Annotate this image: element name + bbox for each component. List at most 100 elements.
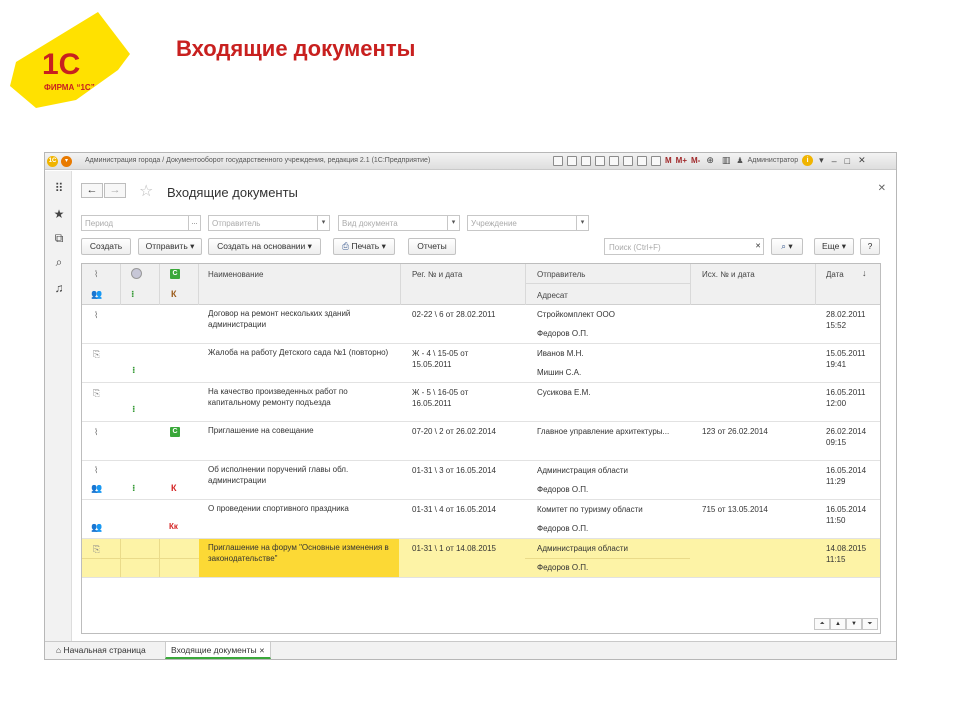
- c-column-icon[interactable]: С: [170, 269, 180, 279]
- sections-panel: ⠿ ★ ⧉ ⌕ ♫: [45, 171, 72, 641]
- home-icon: ⌂: [56, 645, 62, 655]
- info-icon[interactable]: i: [802, 155, 814, 166]
- favorite-star-icon[interactable]: ☆: [139, 181, 153, 201]
- tree-icon: ⁝: [132, 483, 136, 493]
- prev-page-icon[interactable]: ▲: [830, 618, 846, 630]
- app-logo-icon[interactable]: 1С: [47, 156, 58, 167]
- save-icon[interactable]: [553, 155, 563, 166]
- print-button[interactable]: ⎙ Печать ▾: [333, 238, 395, 255]
- slide-title: Входящие документы: [176, 36, 416, 61]
- app-window: 1С ▾ Администрация города / Документообо…: [44, 152, 897, 660]
- col-header-addressee[interactable]: Адресат: [537, 291, 568, 300]
- memory-minus-button[interactable]: M-: [691, 156, 700, 165]
- c-badge-icon: С: [170, 427, 180, 437]
- table-row[interactable]: 👥 Кк О проведении спортивного праздника …: [82, 500, 880, 539]
- stamp-icon: ⎘: [93, 544, 101, 554]
- col-header-sender[interactable]: Отправитель: [537, 270, 585, 279]
- user-icon: ♟: [736, 156, 744, 165]
- doc-type-filter[interactable]: Вид документа ▾: [338, 215, 460, 231]
- sort-desc-icon[interactable]: ↓: [862, 268, 867, 278]
- history-icon[interactable]: ⧉: [52, 231, 66, 245]
- col-header-reg[interactable]: Рег. № и дата: [412, 270, 462, 279]
- calculator-icon[interactable]: [651, 155, 661, 166]
- tab-home[interactable]: ⌂ Начальная страница: [51, 642, 151, 659]
- attachment-column-icon[interactable]: ⌇: [94, 269, 98, 280]
- table-row[interactable]: ⌇ Договор на ремонт нескольких зданий ад…: [82, 305, 880, 344]
- table-row-selected[interactable]: ⎘ Приглашение на форум "Основные изменен…: [82, 539, 880, 578]
- search-input[interactable]: Поиск (Ctrl+F): [604, 238, 764, 255]
- create-button[interactable]: Создать: [81, 238, 131, 255]
- tree-icon: ⁝: [132, 404, 136, 414]
- next-page-icon[interactable]: ▼: [846, 618, 862, 630]
- copy-icon[interactable]: [623, 155, 633, 166]
- memory-plus-button[interactable]: M+: [676, 156, 687, 165]
- tree-column-icon[interactable]: ⁝: [131, 289, 134, 300]
- people-icon: 👥: [91, 522, 103, 532]
- k-mark-icon: К: [171, 483, 177, 493]
- mail-icon[interactable]: [609, 155, 619, 166]
- documents-table: ⌇ С 👥 ⁝ К Наименование Рег. № и дата Отп…: [81, 263, 881, 634]
- user-name[interactable]: Администратор: [748, 157, 799, 164]
- forward-button[interactable]: →: [104, 183, 126, 198]
- table-row[interactable]: ⎘ ⁝ На качество произведенных работ по к…: [82, 383, 880, 422]
- people-column-icon[interactable]: 👥: [91, 289, 102, 300]
- favorites-star-icon[interactable]: ★: [52, 207, 66, 221]
- col-header-name[interactable]: Наименование: [208, 270, 263, 279]
- bottom-tabbar: ⌂ Начальная страница Входящие документы …: [45, 641, 896, 659]
- people-icon: 👥: [91, 483, 103, 493]
- org-filter[interactable]: Учреждение ▾: [467, 215, 589, 231]
- table-row[interactable]: ⌇ 👥 ⁝ К Об исполнении поручений главы об…: [82, 461, 880, 500]
- period-filter[interactable]: Период ...: [81, 215, 201, 231]
- send-button[interactable]: Отправить ▾: [138, 238, 202, 255]
- 1c-logo: 1С ФИРМА “1С”: [10, 12, 130, 108]
- window-caption: Администрация города / Документооборот г…: [85, 157, 431, 164]
- close-window-button[interactable]: ✕: [856, 155, 868, 166]
- more-button[interactable]: Еще ▾: [814, 238, 854, 255]
- back-button[interactable]: ←: [81, 183, 103, 198]
- panels-icon[interactable]: ▥: [720, 155, 733, 166]
- calendar-icon[interactable]: [637, 155, 647, 166]
- form-title: Входящие документы: [167, 185, 298, 200]
- ellipsis-icon[interactable]: ...: [188, 216, 200, 230]
- stamp-icon: ⎘: [93, 349, 101, 359]
- col-header-out[interactable]: Исх. № и дата: [702, 270, 755, 279]
- clear-search-icon[interactable]: ✕: [751, 239, 765, 254]
- chevron-down-icon[interactable]: ▾: [317, 216, 329, 230]
- logo-text: ФИРМА “1С”: [44, 83, 95, 92]
- stamp-icon: ⎘: [93, 388, 101, 398]
- tree-icon: ⁝: [132, 365, 136, 375]
- main-menu-icon[interactable]: ▾: [61, 156, 72, 167]
- menu-grid-icon[interactable]: ⠿: [52, 181, 66, 195]
- k-column-icon[interactable]: К: [171, 289, 177, 300]
- chevron-down-icon[interactable]: ▾: [447, 216, 459, 230]
- close-tab-icon: ✕: [258, 648, 265, 655]
- reports-button[interactable]: Отчеты: [408, 238, 456, 255]
- bell-icon[interactable]: ♫: [52, 281, 66, 295]
- kk-mark-icon: Кк: [169, 522, 178, 531]
- create-based-button[interactable]: Создать на основании ▾: [208, 238, 321, 255]
- first-page-icon[interactable]: ⏶: [814, 618, 830, 630]
- info-dropdown-icon[interactable]: ▾: [817, 155, 826, 166]
- col-header-date[interactable]: Дата: [826, 270, 844, 279]
- last-page-icon[interactable]: ⏷: [862, 618, 878, 630]
- maximize-button[interactable]: □: [843, 156, 852, 166]
- print-icon[interactable]: [567, 155, 577, 166]
- preview-icon[interactable]: [581, 155, 591, 166]
- status-column-icon[interactable]: [131, 268, 142, 279]
- table-pager: ⏶ ▲ ▼ ⏷: [814, 618, 878, 630]
- memory-button[interactable]: M: [665, 156, 672, 165]
- sender-filter[interactable]: Отправитель ▾: [208, 215, 330, 231]
- link-icon[interactable]: [595, 155, 605, 166]
- table-row[interactable]: ⎘ ⁝ Жалоба на работу Детского сада №1 (п…: [82, 344, 880, 383]
- chevron-down-icon[interactable]: ▾: [576, 216, 588, 230]
- table-row[interactable]: ⌇ С Приглашение на совещание 07-20 \ 2 о…: [82, 422, 880, 461]
- zoom-icon[interactable]: ⊕: [704, 155, 716, 166]
- table-header: ⌇ С 👥 ⁝ К Наименование Рег. № и дата Отп…: [82, 264, 880, 305]
- search-icon[interactable]: ⌕: [52, 255, 66, 269]
- close-form-icon[interactable]: ✕: [878, 183, 886, 194]
- minimize-button[interactable]: ‒: [830, 156, 839, 166]
- logo-mark: 1С: [42, 48, 80, 81]
- search-button[interactable]: ⌕ ▾: [771, 238, 803, 255]
- help-button[interactable]: ?: [860, 238, 880, 255]
- tab-incoming-documents[interactable]: Входящие документы ✕: [165, 642, 271, 659]
